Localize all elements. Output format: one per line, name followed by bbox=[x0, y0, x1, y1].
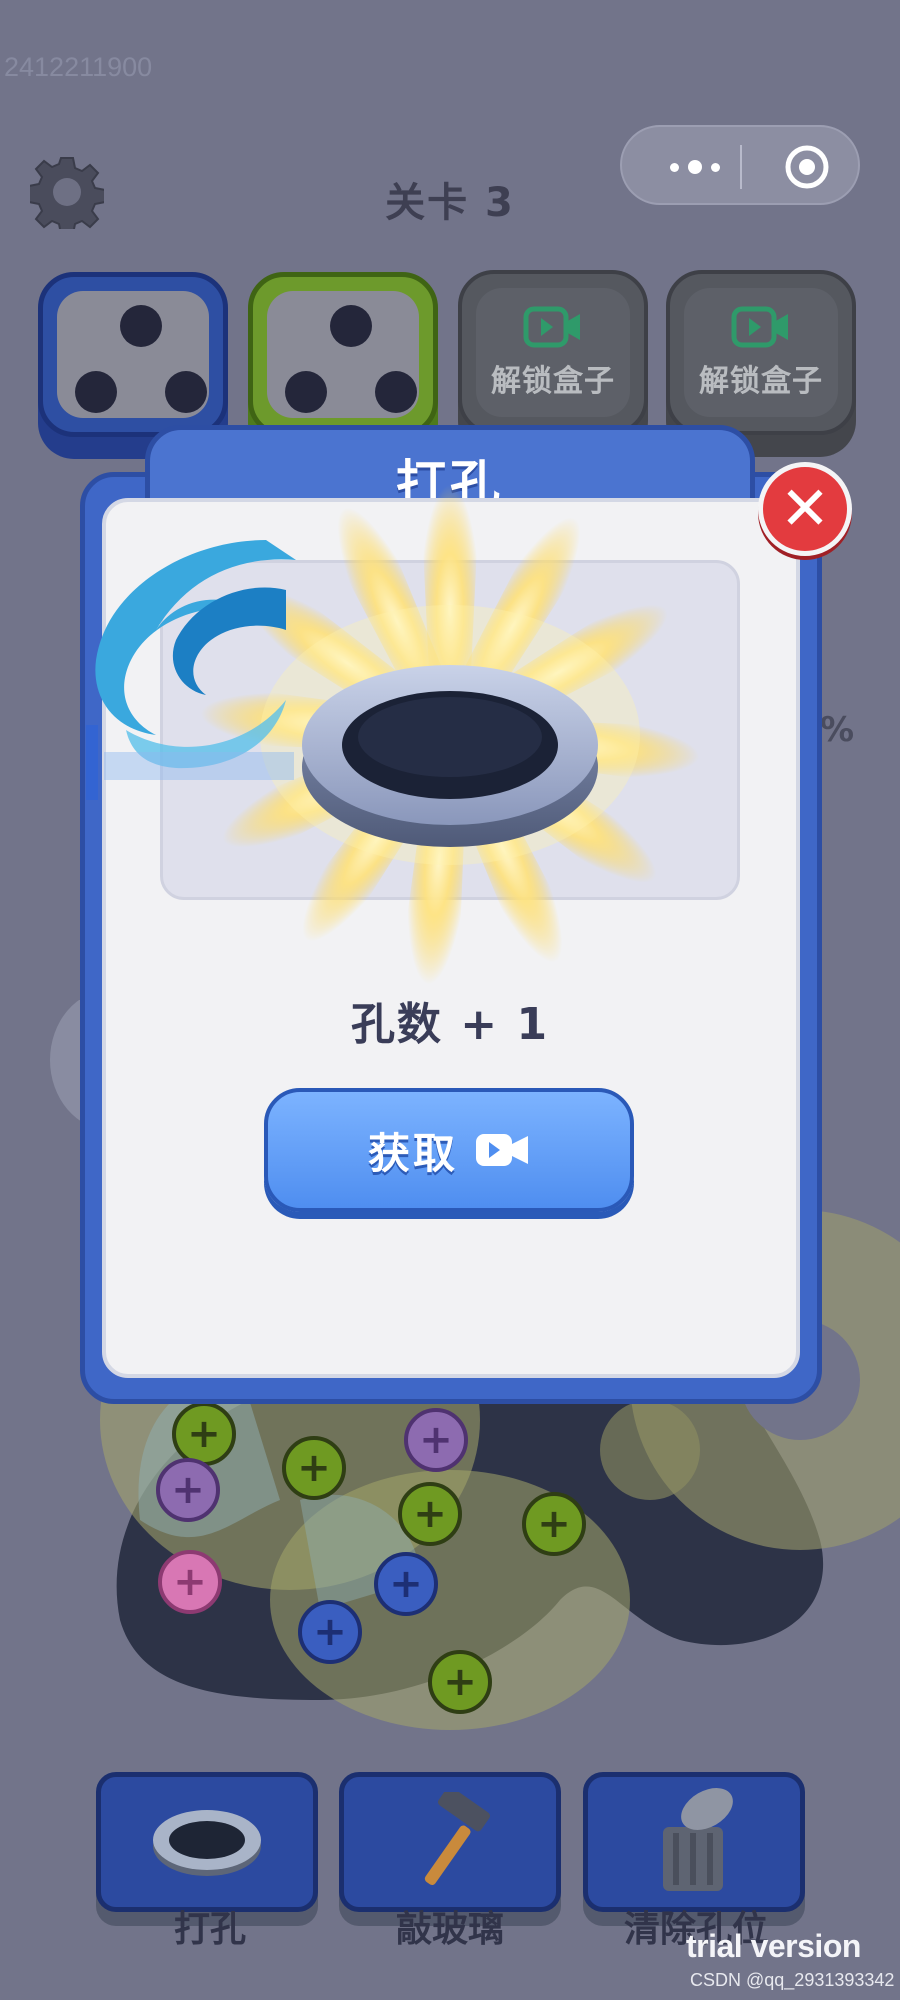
box-hole bbox=[330, 305, 372, 347]
video-ad-icon bbox=[476, 1134, 528, 1166]
screw-box-blue[interactable] bbox=[38, 272, 228, 437]
screw-box-green[interactable] bbox=[248, 272, 438, 437]
hole-ring-icon bbox=[302, 665, 598, 847]
tool-punch-hole-button[interactable] bbox=[96, 1772, 318, 1912]
box-hole bbox=[75, 371, 117, 413]
locked-box-panel: 解锁盒子 bbox=[684, 288, 838, 417]
get-button-label: 获取 bbox=[367, 1128, 458, 1178]
box-hole bbox=[165, 371, 207, 413]
tool-break-glass-button[interactable] bbox=[339, 1772, 561, 1912]
hammer-icon bbox=[424, 1792, 491, 1885]
close-modal-button[interactable]: ✕ bbox=[758, 462, 852, 556]
box-hole bbox=[375, 371, 417, 413]
csdn-watermark: CSDN @qq_2931393342 bbox=[690, 1970, 895, 1990]
screw-green[interactable]: + bbox=[522, 1492, 586, 1556]
close-icon: ✕ bbox=[779, 474, 831, 544]
box-holes-panel bbox=[267, 291, 419, 418]
box-hole bbox=[120, 305, 162, 347]
screw-green[interactable]: + bbox=[428, 1650, 492, 1714]
screw-green[interactable]: + bbox=[282, 1436, 346, 1500]
screw-green[interactable]: + bbox=[172, 1402, 236, 1466]
screw-purple[interactable]: + bbox=[156, 1458, 220, 1522]
screw-blue[interactable]: + bbox=[298, 1600, 362, 1664]
get-reward-button[interactable]: 获取 bbox=[264, 1088, 634, 1212]
close-miniprogram-button[interactable] bbox=[762, 127, 852, 207]
more-menu-button[interactable] bbox=[652, 127, 737, 207]
tool-punch-hole-label: 打孔 bbox=[173, 1909, 246, 1950]
unlock-box-label: 解锁盒子 bbox=[699, 363, 823, 399]
locked-box-2[interactable]: 解锁盒子 bbox=[666, 270, 856, 435]
locked-box-1[interactable]: 解锁盒子 bbox=[458, 270, 648, 435]
mini-program-capsule bbox=[620, 125, 860, 205]
tool-break-glass-label: 敲玻璃 bbox=[395, 1909, 504, 1950]
tool-clear-holes-button[interactable] bbox=[583, 1772, 805, 1912]
hole-ring-icon bbox=[153, 1810, 261, 1876]
unlock-box-label: 解锁盒子 bbox=[491, 363, 615, 399]
screw-purple[interactable]: + bbox=[404, 1408, 468, 1472]
trash-can-icon bbox=[663, 1788, 733, 1891]
trial-version-watermark: trial version bbox=[686, 1928, 861, 1964]
box-hole bbox=[285, 371, 327, 413]
video-ad-icon bbox=[731, 306, 788, 347]
target-icon bbox=[785, 145, 829, 189]
screw-pink[interactable]: + bbox=[158, 1550, 222, 1614]
video-ad-icon bbox=[523, 306, 580, 347]
progress-fragment: % bbox=[820, 710, 855, 750]
screw-blue[interactable]: + bbox=[374, 1552, 438, 1616]
reward-text: 孔数 + 1 bbox=[350, 999, 550, 1050]
watermark-logo bbox=[86, 540, 297, 800]
locked-box-panel: 解锁盒子 bbox=[476, 288, 630, 417]
capsule-divider bbox=[740, 145, 742, 189]
screw-green[interactable]: + bbox=[398, 1482, 462, 1546]
session-id-text: 2412211900 bbox=[4, 52, 153, 82]
box-holes-panel bbox=[57, 291, 209, 418]
